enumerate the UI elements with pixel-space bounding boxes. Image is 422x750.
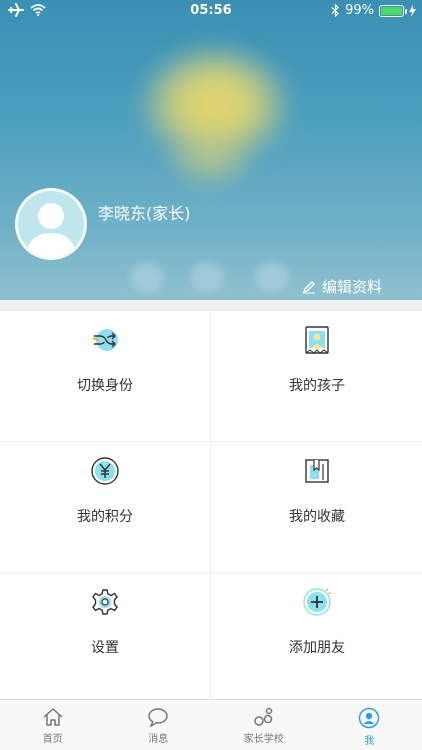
menu-item-my-favorites[interactable]: 我的收藏: [211, 442, 422, 572]
settings-gear-icon: [92, 589, 118, 615]
tab-label: 首页: [42, 734, 63, 745]
menu-item-switch-identity[interactable]: 切换身份: [0, 311, 210, 441]
tab-label: 我: [364, 736, 375, 747]
tab-label: 家长学校: [243, 734, 284, 745]
bottom-tab-bar: 首页 消息 家长学校 我: [0, 699, 422, 750]
menu-item-my-points[interactable]: 我的积分: [0, 442, 210, 572]
me-icon: [359, 707, 380, 729]
default-avatar-icon: [26, 203, 76, 257]
tab-label: 消息: [148, 734, 169, 745]
menu-item-label: 切换身份: [77, 378, 133, 394]
tab-me[interactable]: 我: [317, 700, 422, 750]
menu-grid: 切换身份 我的孩子 我的积分 我的收藏 设置 添加朋友: [0, 311, 422, 701]
switch-identity-icon: [92, 329, 118, 351]
profile-header: 05:56 99% 李晓东(家长) 编辑资料: [0, 0, 422, 300]
battery-percent: 99%: [345, 3, 374, 18]
menu-item-label: 设置: [91, 640, 119, 656]
bluetooth-icon: [331, 4, 339, 17]
points-yen-icon: [91, 457, 119, 485]
menu-item-settings[interactable]: 设置: [0, 573, 210, 701]
menu-item-label: 我的积分: [77, 509, 133, 525]
menu-item-label: 添加朋友: [289, 640, 345, 656]
edit-profile-label: 编辑资料: [321, 278, 382, 296]
charging-icon: [409, 4, 416, 17]
parent-school-icon: [254, 707, 272, 726]
tab-home[interactable]: 首页: [0, 700, 106, 750]
message-icon: [148, 708, 168, 727]
favorites-book-icon: [305, 459, 329, 483]
tab-parent-school[interactable]: 家长学校: [211, 700, 317, 750]
menu-item-label: 我的孩子: [289, 378, 345, 394]
avatar[interactable]: [15, 188, 87, 260]
status-bar: 05:56 99%: [0, 0, 422, 22]
tab-messages[interactable]: 消息: [106, 700, 212, 750]
home-icon: [43, 708, 63, 726]
profile-name: 李晓东(家长): [98, 204, 191, 223]
add-friend-icon: [303, 588, 332, 616]
menu-item-label: 我的收藏: [289, 509, 345, 525]
menu-item-add-friend[interactable]: 添加朋友: [211, 573, 422, 701]
child-photo-icon: [305, 326, 329, 354]
pencil-icon: [302, 280, 315, 293]
battery-fill: [381, 6, 402, 15]
header-background-dots: [120, 262, 320, 292]
menu-item-my-children[interactable]: 我的孩子: [211, 311, 422, 441]
edit-profile-button[interactable]: 编辑资料: [302, 276, 382, 297]
header-background-blur-2: [165, 130, 255, 190]
battery-icon: [379, 4, 407, 17]
